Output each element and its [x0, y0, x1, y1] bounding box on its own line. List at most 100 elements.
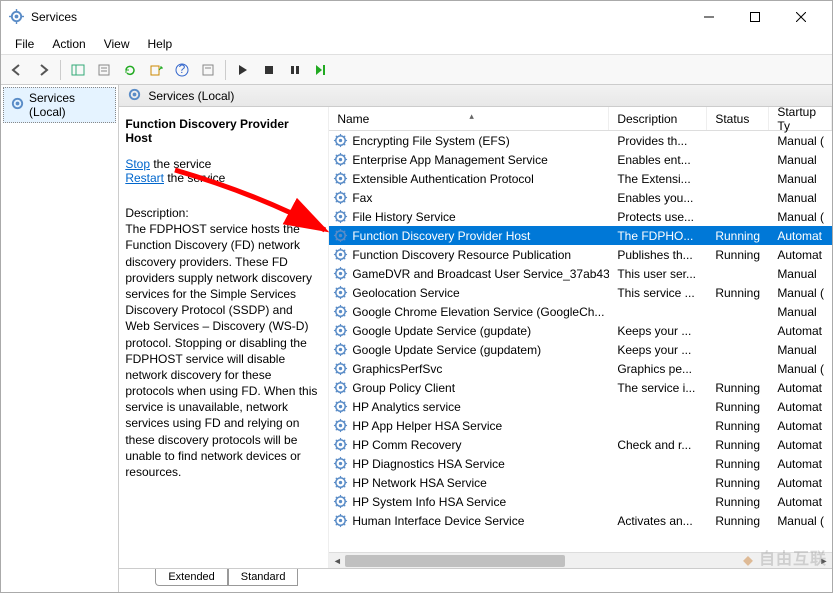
- tree-pane: Services (Local): [1, 85, 119, 592]
- cell-description: Provides th...: [609, 134, 707, 148]
- back-button[interactable]: [5, 58, 29, 82]
- export-button[interactable]: [144, 58, 168, 82]
- cell-description: Keeps your ...: [609, 343, 707, 357]
- minimize-button[interactable]: [686, 1, 732, 33]
- help-button[interactable]: ?: [170, 58, 194, 82]
- services-tree-icon: [10, 96, 25, 114]
- tree-root-services-local[interactable]: Services (Local): [3, 87, 116, 123]
- cell-startup: Manual (: [769, 134, 832, 148]
- cell-name: HP Comm Recovery: [329, 437, 609, 452]
- cell-name: HP Diagnostics HSA Service: [329, 456, 609, 471]
- menu-help[interactable]: Help: [140, 35, 181, 53]
- forward-button[interactable]: [31, 58, 55, 82]
- content-area: Services (Local) Services (Local) Functi…: [1, 85, 832, 592]
- restart-service-button[interactable]: [309, 58, 333, 82]
- cell-name: Human Interface Device Service: [329, 513, 609, 528]
- table-row[interactable]: HP Comm RecoveryCheck and r...RunningAut…: [329, 435, 832, 454]
- cell-startup: Manual (: [769, 514, 832, 528]
- cell-startup: Automat: [769, 248, 832, 262]
- cell-name: HP Network HSA Service: [329, 475, 609, 490]
- table-row[interactable]: Geolocation ServiceThis service ...Runni…: [329, 283, 832, 302]
- view-tabs: Extended Standard: [119, 568, 832, 592]
- cell-name: Google Update Service (gupdatem): [329, 342, 609, 357]
- table-row[interactable]: GraphicsPerfSvcGraphics pe...Manual (: [329, 359, 832, 378]
- service-gear-icon: [333, 456, 348, 471]
- menu-file[interactable]: File: [7, 35, 42, 53]
- toolbar-separator: [225, 60, 226, 80]
- table-row[interactable]: Encrypting File System (EFS)Provides th.…: [329, 131, 832, 150]
- window-title: Services: [31, 10, 686, 24]
- table-row[interactable]: FaxEnables you...Manual: [329, 188, 832, 207]
- properties2-button[interactable]: [196, 58, 220, 82]
- cell-description: Protects use...: [609, 210, 707, 224]
- table-row[interactable]: File History ServiceProtects use... Manua…: [329, 207, 832, 226]
- column-status[interactable]: Status: [707, 107, 769, 130]
- menu-action[interactable]: Action: [44, 35, 93, 53]
- close-button[interactable]: [778, 1, 824, 33]
- table-row[interactable]: GameDVR and Broadcast User Service_37ab4…: [329, 264, 832, 283]
- service-gear-icon: [333, 228, 348, 243]
- properties-button[interactable]: [92, 58, 116, 82]
- scroll-left-arrow-icon[interactable]: ◄: [329, 553, 345, 568]
- table-row[interactable]: Extensible Authentication ProtocolThe Ex…: [329, 169, 832, 188]
- table-row[interactable]: Google Chrome Elevation Service (GoogleC…: [329, 302, 832, 321]
- cell-startup: Automat: [769, 324, 832, 338]
- table-row[interactable]: HP App Helper HSA ServiceRunningAutomat: [329, 416, 832, 435]
- menu-bar: File Action View Help: [1, 33, 832, 55]
- cell-description: The FDPHO...: [609, 229, 707, 243]
- cell-startup: Manual: [769, 343, 832, 357]
- table-row[interactable]: Function Discovery Resource PublicationP…: [329, 245, 832, 264]
- stop-link[interactable]: Stop: [125, 157, 150, 171]
- detail-pane: Function Discovery Provider Host Stop th…: [119, 107, 329, 568]
- menu-view[interactable]: View: [96, 35, 138, 53]
- start-service-button[interactable]: [231, 58, 255, 82]
- service-gear-icon: [333, 190, 348, 205]
- horizontal-scrollbar[interactable]: ◄ ►: [329, 552, 832, 568]
- list-header: Name ▴ Description Status Startup Ty: [329, 107, 832, 131]
- cell-name: Fax: [329, 190, 609, 205]
- service-gear-icon: [333, 323, 348, 338]
- service-gear-icon: [333, 152, 348, 167]
- cell-status: Running: [707, 419, 769, 433]
- tab-standard[interactable]: Standard: [228, 569, 299, 586]
- cell-description: The Extensi...: [609, 172, 707, 186]
- table-row[interactable]: HP Diagnostics HSA ServiceRunningAutomat: [329, 454, 832, 473]
- table-row[interactable]: HP System Info HSA ServiceRunningAutomat: [329, 492, 832, 511]
- table-row[interactable]: Google Update Service (gupdate)Keeps you…: [329, 321, 832, 340]
- table-row[interactable]: Human Interface Device ServiceActivates …: [329, 511, 832, 530]
- scroll-thumb[interactable]: [345, 555, 565, 567]
- table-row[interactable]: Group Policy ClientThe service i...Runni…: [329, 378, 832, 397]
- refresh-button[interactable]: [118, 58, 142, 82]
- tab-extended[interactable]: Extended: [155, 569, 227, 586]
- cell-startup: Automat: [769, 438, 832, 452]
- cell-name: Enterprise App Management Service: [329, 152, 609, 167]
- svg-text:?: ?: [179, 63, 186, 76]
- column-description[interactable]: Description: [609, 107, 707, 130]
- cell-startup: Automat: [769, 400, 832, 414]
- description-block: Description: The FDPHOST service hosts t…: [125, 205, 318, 480]
- column-startup[interactable]: Startup Ty: [769, 107, 832, 130]
- restart-service-line: Restart the service: [125, 171, 318, 185]
- maximize-button[interactable]: [732, 1, 778, 33]
- stop-service-button[interactable]: [257, 58, 281, 82]
- scroll-right-arrow-icon[interactable]: ►: [816, 553, 832, 568]
- cell-startup: Manual (: [769, 210, 832, 224]
- service-gear-icon: [333, 475, 348, 490]
- service-gear-icon: [333, 171, 348, 186]
- services-window: Services File Action View Help ? S: [0, 0, 833, 593]
- cell-name: GameDVR and Broadcast User Service_37ab4…: [329, 266, 609, 281]
- table-row[interactable]: HP Analytics serviceRunningAutomat: [329, 397, 832, 416]
- cell-description: Graphics pe...: [609, 362, 707, 376]
- services-header-icon: [127, 87, 142, 105]
- table-row[interactable]: HP Network HSA ServiceRunningAutomat: [329, 473, 832, 492]
- restart-link[interactable]: Restart: [125, 171, 164, 185]
- cell-description: The service i...: [609, 381, 707, 395]
- table-row[interactable]: Enterprise App Management ServiceEnables…: [329, 150, 832, 169]
- service-list-body[interactable]: Encrypting File System (EFS)Provides th.…: [329, 131, 832, 552]
- table-row[interactable]: Function Discovery Provider HostThe FDPH…: [329, 226, 832, 245]
- table-row[interactable]: Google Update Service (gupdatem)Keeps yo…: [329, 340, 832, 359]
- cell-name: HP System Info HSA Service: [329, 494, 609, 509]
- show-hide-tree-button[interactable]: [66, 58, 90, 82]
- cell-name: File History Service: [329, 209, 609, 224]
- pause-service-button[interactable]: [283, 58, 307, 82]
